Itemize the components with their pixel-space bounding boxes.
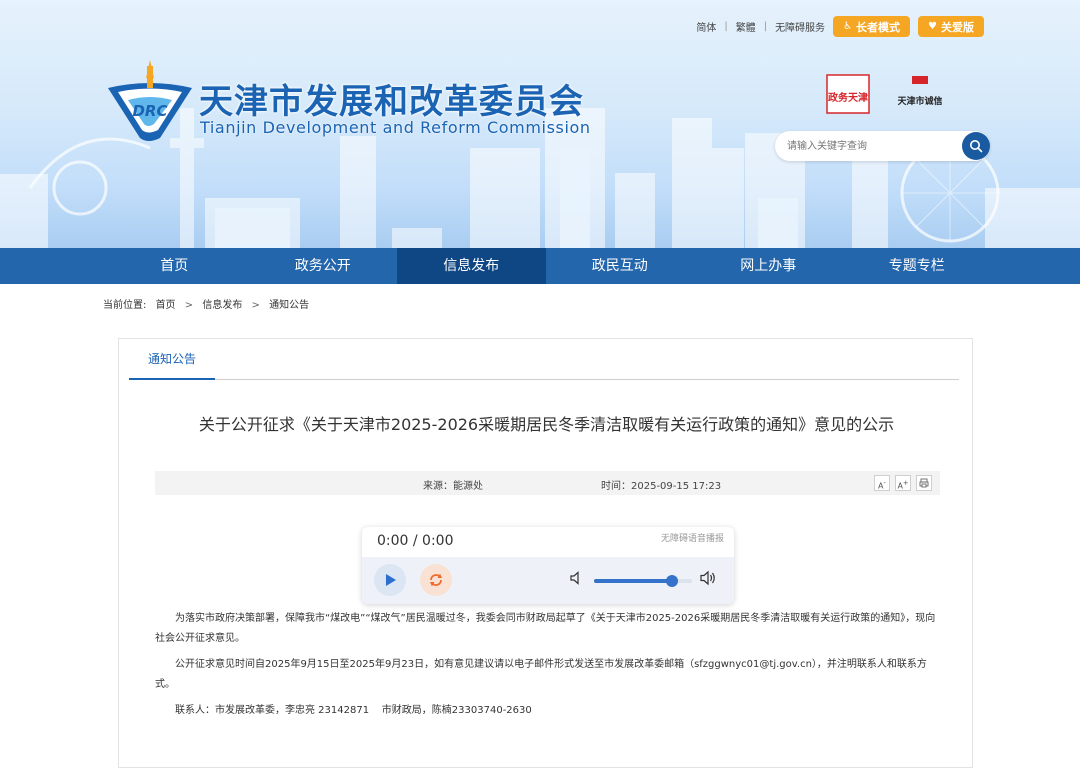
audio-hint: 无障碍语音播报 [660, 534, 724, 544]
site-title: 天津市发展和改革委员会 [199, 82, 584, 122]
top-utility-bar: 简体 | 繁體 | 无障碍服务 ♿ 长者模式 ♥ 关爱版 [696, 16, 984, 37]
site-header: 简体 | 繁體 | 无障碍服务 ♿ 长者模式 ♥ 关爱版 DRC 天津市发展和改… [0, 0, 1080, 248]
article-title: 关于公开征求《关于天津市2025-2026采暖期居民冬季清洁取暖有关运行政策的通… [198, 415, 895, 434]
nav-item-gov-affairs[interactable]: 政务公开 [249, 248, 398, 284]
play-button[interactable] [374, 564, 406, 596]
tab-row: 通知公告 [129, 339, 959, 380]
divider: | [724, 21, 728, 32]
volume-high-icon[interactable] [700, 570, 718, 586]
divider: | [763, 21, 768, 32]
play-icon [386, 574, 396, 586]
seal-text: 天津市诚信 [898, 95, 942, 107]
article-source: 来源：能源处 [423, 481, 483, 492]
contact-paragraph: 联系人：市发展改革委，李忠亮 23142871 市财政局，陈楠23303740-… [175, 705, 532, 716]
nav-item-online-services[interactable]: 网上办事 [694, 248, 843, 284]
elder-icon: ♿ [843, 21, 853, 32]
seal-text: 政务天津 [828, 91, 868, 104]
article-body: 为落实市政府决策部署，保障我市“煤改电”“煤改气”居民温暖过冬，我委会同市财政局… [155, 609, 941, 727]
loop-button[interactable] [420, 564, 452, 596]
breadcrumb-separator: > [251, 300, 260, 311]
breadcrumb-info-release[interactable]: 信息发布 [202, 300, 242, 311]
article-tools: A- A+ [874, 475, 932, 491]
credit-tianjin-seal[interactable]: 天津市诚信 [898, 74, 942, 120]
care-version-button[interactable]: ♥ 关爱版 [918, 16, 984, 37]
breadcrumb-notices[interactable]: 通知公告 [269, 300, 309, 311]
tab-notices[interactable]: 通知公告 [129, 350, 215, 380]
accessibility-link[interactable]: 无障碍服务 [775, 19, 825, 34]
care-icon: ♥ [928, 21, 937, 32]
article-meta-bar: 来源：能源处 时间：2025-09-15 17:23 A- A+ [155, 471, 940, 495]
traditional-chinese-link[interactable]: 繁體 [736, 19, 756, 34]
audio-controls [362, 557, 734, 604]
loop-icon [430, 573, 442, 587]
print-icon[interactable] [916, 475, 932, 491]
breadcrumb-home[interactable]: 首页 [156, 300, 176, 311]
paragraph: 为落实市政府决策部署，保障我市“煤改电”“煤改气”居民温暖过冬，我委会同市财政局… [155, 613, 936, 644]
volume-knob[interactable] [666, 575, 679, 587]
gov-tianjin-seal[interactable]: 政务天津 [826, 74, 870, 114]
article-time: 时间：2025-09-15 17:23 [601, 481, 722, 492]
breadcrumb-prefix: 当前位置: [103, 300, 147, 311]
font-decrease-icon[interactable]: A- [874, 475, 890, 491]
nav-item-special-topics[interactable]: 专题专栏 [843, 248, 992, 284]
paragraph: 公开征求意见时间自2025年9月15日至2025年9月23日，如有意见建议请以电… [155, 659, 927, 690]
breadcrumb: 当前位置: 首页 > 信息发布 > 通知公告 [103, 296, 309, 311]
article-panel: 通知公告 关于公开征求《关于天津市2025-2026采暖期居民冬季清洁取暖有关运… [118, 338, 973, 768]
search-button[interactable] [962, 132, 990, 160]
elder-mode-label: 长者模式 [856, 20, 901, 34]
nav-item-home[interactable]: 首页 [100, 248, 249, 284]
care-version-label: 关爱版 [941, 20, 974, 34]
volume-level [594, 579, 673, 583]
elder-mode-button[interactable]: ♿ 长者模式 [833, 16, 911, 37]
volume-slider[interactable] [594, 575, 692, 587]
logo-text: DRC [132, 102, 167, 120]
breadcrumb-separator: > [184, 300, 194, 311]
nav-item-info-release[interactable]: 信息发布 [397, 248, 546, 284]
search-input[interactable] [775, 131, 950, 161]
site-title-en: Tianjin Development and Reform Commissio… [200, 118, 591, 137]
search-icon [970, 140, 983, 153]
simplified-chinese-link[interactable]: 简体 [696, 19, 716, 34]
audio-timecode: 0:00 / 0:00 [377, 533, 454, 549]
main-nav: 首页 政务公开 信息发布 政民互动 网上办事 专题专栏 [0, 248, 1080, 284]
drc-logo[interactable]: DRC [100, 58, 200, 144]
volume-low-icon[interactable] [570, 571, 582, 585]
font-increase-icon[interactable]: A+ [895, 475, 911, 491]
audio-player: 0:00 / 0:00 无障碍语音播报 [362, 527, 734, 604]
search-box [775, 131, 990, 161]
nav-item-public-interaction[interactable]: 政民互动 [546, 248, 695, 284]
